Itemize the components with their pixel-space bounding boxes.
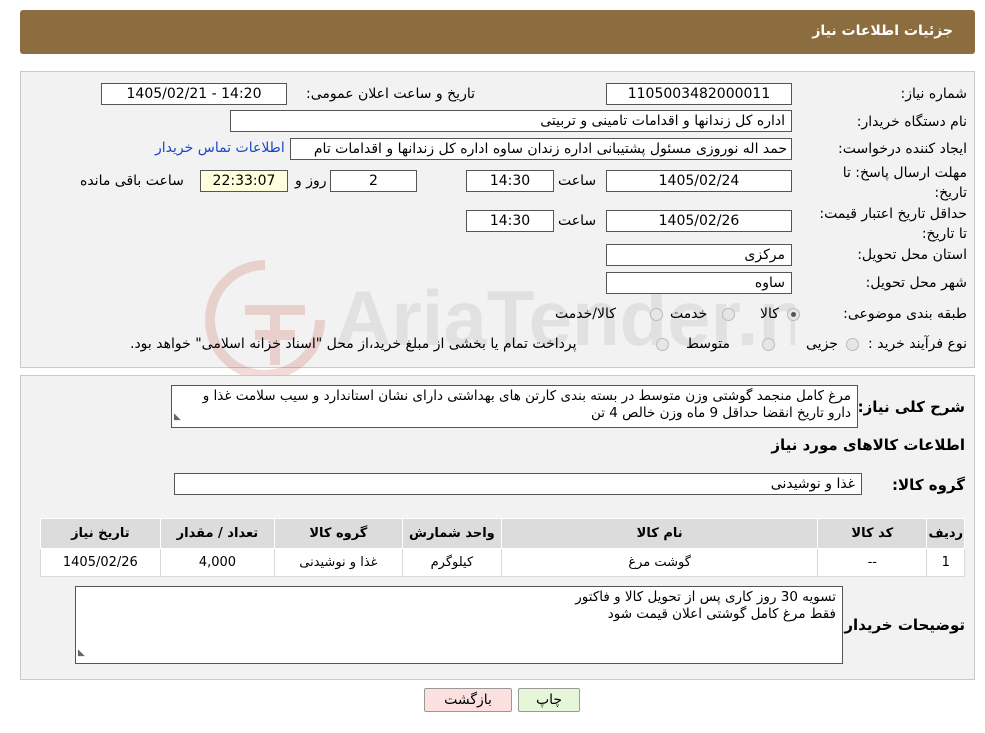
buyer-notes-label: توضیحات خریدار: bbox=[838, 616, 965, 634]
process-option-medium: متوسط bbox=[686, 336, 730, 352]
back-button[interactable]: بازگشت bbox=[424, 688, 512, 712]
deadline-time-label: ساعت bbox=[558, 173, 597, 189]
summary-textarea[interactable]: مرغ کامل منجمد گوشتی وزن متوسط در بسته ب… bbox=[171, 385, 858, 428]
category-option-goods: کالا bbox=[760, 306, 779, 322]
days-label: روز و bbox=[295, 173, 327, 189]
col-row-number: ردیف bbox=[926, 518, 965, 549]
col-item-group: گروه کالا bbox=[274, 518, 403, 549]
province-field: مرکزی bbox=[606, 244, 792, 266]
table-row: 1 -- گوشت مرغ کیلوگرم غذا و نوشیدنی 4,00… bbox=[40, 548, 965, 577]
col-quantity: تعداد / مقدار bbox=[159, 518, 276, 549]
category-radio-goods-service[interactable] bbox=[650, 308, 663, 321]
cell-item-code: -- bbox=[817, 548, 928, 577]
cell-unit: کیلوگرم bbox=[401, 548, 503, 577]
need-number-label: شماره نیاز: bbox=[900, 86, 968, 102]
print-button[interactable]: چاپ bbox=[518, 688, 580, 712]
need-number-field: 1105003482000011 bbox=[606, 83, 792, 105]
cell-need-date: 1405/02/26 bbox=[40, 548, 161, 577]
buyer-org-field: اداره کل زندانها و اقدامات تامینی و تربی… bbox=[230, 110, 792, 132]
cell-row-number: 1 bbox=[926, 548, 965, 577]
remaining-label: ساعت باقی مانده bbox=[80, 173, 184, 189]
process-radio-minor[interactable] bbox=[846, 338, 859, 351]
process-radio-medium[interactable] bbox=[762, 338, 775, 351]
announce-field: 1405/02/21 - 14:20 bbox=[101, 83, 287, 105]
page-header: جزئیات اطلاعات نیاز bbox=[20, 10, 975, 54]
process-radio-treasury[interactable] bbox=[656, 338, 669, 351]
buyer-notes-textarea[interactable]: تسویه 30 روز کاری پس از تحویل کالا و فاک… bbox=[75, 586, 843, 664]
deadline-date-field: 1405/02/24 bbox=[606, 170, 792, 192]
validity-time-label: ساعت bbox=[558, 213, 597, 229]
col-unit: واحد شمارش bbox=[401, 518, 503, 549]
category-label: طبقه بندی موضوعی: bbox=[843, 306, 967, 322]
city-field: ساوه bbox=[606, 272, 792, 294]
category-radio-service[interactable] bbox=[722, 308, 735, 321]
resize-grip-icon[interactable]: ◢ bbox=[174, 409, 181, 426]
deadline-time-field: 14:30 bbox=[466, 170, 554, 192]
requester-label: ایجاد کننده درخواست: bbox=[838, 141, 967, 157]
col-item-name: نام کالا bbox=[501, 518, 819, 549]
col-need-date: تاریخ نیاز bbox=[40, 518, 161, 549]
deadline-label: مهلت ارسال پاسخ: تا تاریخ: bbox=[842, 165, 967, 201]
col-item-code: کد کالا bbox=[817, 518, 928, 549]
category-option-goods-service: کالا/خدمت bbox=[555, 306, 616, 322]
buyer-notes-line-1: تسویه 30 روز کاری پس از تحویل کالا و فاک… bbox=[575, 589, 836, 605]
process-note: پرداخت تمام یا بخشی از مبلغ خرید،از محل … bbox=[130, 336, 577, 352]
requester-field: حمد اله نوروزی مسئول پشتیبانی اداره زندا… bbox=[290, 138, 792, 160]
category-option-service: خدمت bbox=[670, 306, 708, 322]
process-label: نوع فرآیند خرید : bbox=[868, 336, 967, 352]
category-radio-goods[interactable] bbox=[787, 308, 800, 321]
process-option-minor: جزیی bbox=[806, 336, 838, 352]
announce-label: تاریخ و ساعت اعلان عمومی: bbox=[306, 86, 475, 102]
buyer-notes-line-2: فقط مرغ کامل گوشتی اعلان قیمت شود bbox=[607, 606, 836, 622]
cell-quantity: 4,000 bbox=[159, 548, 276, 577]
validity-time-field: 14:30 bbox=[466, 210, 554, 232]
group-label: گروه کالا: bbox=[892, 476, 965, 494]
items-table: ردیف کد کالا نام کالا واحد شمارش گروه کا… bbox=[40, 518, 965, 577]
city-label: شهر محل تحویل: bbox=[865, 275, 967, 291]
validity-date-field: 1405/02/26 bbox=[606, 210, 792, 232]
summary-label: شرح کلی نیاز: bbox=[857, 398, 965, 416]
group-field: غذا و نوشیدنی bbox=[174, 473, 862, 495]
remaining-time-field: 22:33:07 bbox=[200, 170, 288, 192]
validity-label: حداقل تاریخ اعتبار قیمت: تا تاریخ: bbox=[819, 206, 967, 242]
items-heading: اطلاعات کالاهای مورد نیاز bbox=[771, 436, 965, 454]
buyer-contact-link[interactable]: اطلاعات تماس خریدار bbox=[155, 140, 285, 156]
days-field: 2 bbox=[330, 170, 417, 192]
resize-grip-icon[interactable]: ◢ bbox=[78, 645, 85, 662]
buyer-org-label: نام دستگاه خریدار: bbox=[856, 114, 967, 130]
summary-text: مرغ کامل منجمد گوشتی وزن متوسط در بسته ب… bbox=[202, 388, 851, 421]
table-header-row: ردیف کد کالا نام کالا واحد شمارش گروه کا… bbox=[40, 518, 965, 549]
province-label: استان محل تحویل: bbox=[857, 247, 967, 263]
cell-item-name: گوشت مرغ bbox=[501, 548, 819, 577]
cell-item-group: غذا و نوشیدنی bbox=[274, 548, 403, 577]
page-title: جزئیات اطلاعات نیاز bbox=[812, 23, 953, 39]
